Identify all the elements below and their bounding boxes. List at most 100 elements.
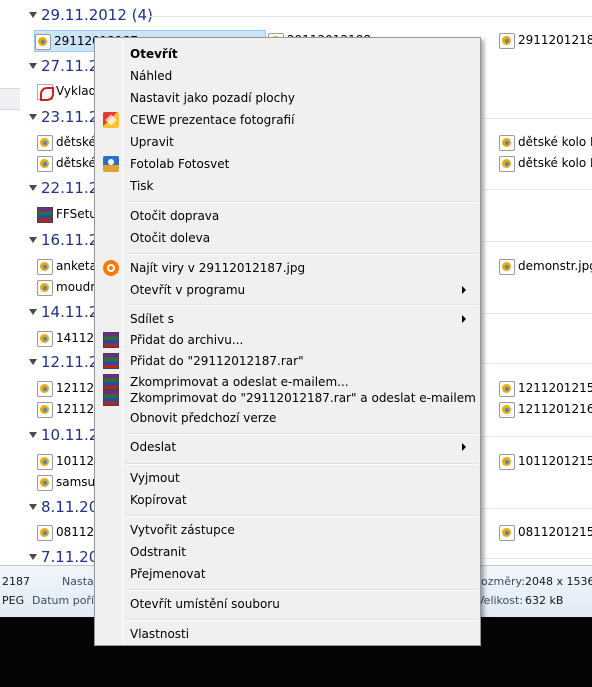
menu-item-open-file-location[interactable]: Otevřít umístění souboru: [97, 593, 478, 615]
jpg-file-icon: [37, 402, 53, 418]
menu-item-delete[interactable]: Odstranit: [97, 541, 478, 563]
winrar-icon: [103, 332, 119, 348]
file-item[interactable]: 0811201: [37, 522, 109, 544]
menu-item-share-with[interactable]: Sdílet s: [97, 308, 478, 330]
submenu-arrow-icon: [462, 286, 466, 294]
collapse-arrow-icon[interactable]: [29, 432, 37, 438]
menu-item-add-to-rar[interactable]: Přidat do "29112012187.rar": [97, 350, 478, 372]
details-filename: 2187: [2, 575, 30, 588]
details-size-value: 632 kB: [525, 594, 564, 607]
file-item[interactable]: 12112012163: [499, 399, 592, 421]
jpg-file-icon: [37, 280, 53, 296]
file-item[interactable]: 1211201: [37, 378, 109, 400]
file-item[interactable]: anketa.: [37, 256, 101, 278]
file-item[interactable]: 29112012189: [499, 30, 592, 52]
file-item[interactable]: Vyklad_: [37, 81, 102, 103]
menu-item-scan-viruses[interactable]: Najít viry v 29112012187.jpg: [97, 257, 478, 279]
collapse-arrow-icon[interactable]: [29, 114, 37, 120]
menu-item-add-to-archive[interactable]: Přidat do archivu...: [97, 329, 478, 351]
file-name: 12112012159: [518, 381, 592, 395]
jpg-file-icon: [37, 525, 53, 541]
menu-item-rotate-left[interactable]: Otočit doleva: [97, 227, 478, 249]
menu-item-cewe-slideshow[interactable]: CEWE prezentace fotografií: [97, 109, 478, 131]
menu-item-restore-previous-versions[interactable]: Obnovit předchozí verze: [97, 407, 478, 429]
file-item[interactable]: dětské kolo Fa: [499, 153, 592, 175]
collapse-arrow-icon[interactable]: [29, 12, 37, 18]
rar-archive-icon: [37, 207, 53, 223]
details-dimensions-value: 2048 x 1536: [525, 575, 592, 588]
menu-separator: [125, 201, 478, 203]
menu-item-label: Přejmenovat: [130, 567, 206, 581]
collapse-arrow-icon[interactable]: [29, 554, 37, 560]
file-item[interactable]: 12112012159: [499, 378, 592, 400]
file-name: 29112012189: [518, 33, 592, 47]
collapse-arrow-icon[interactable]: [29, 359, 37, 365]
file-item[interactable]: moudro: [37, 277, 102, 299]
menu-item-label: Odeslat: [130, 440, 177, 454]
file-item[interactable]: 1211201: [37, 399, 109, 421]
jpg-file-icon: [499, 381, 515, 397]
details-dimensions-label: ozměry:: [481, 575, 525, 588]
group-title: 29.11.2012 (4): [41, 6, 153, 24]
winrar-icon: [103, 353, 119, 369]
menu-item-label: Vyjmout: [130, 471, 180, 485]
jpg-file-icon: [37, 156, 53, 172]
menu-item-fotolab[interactable]: Fotolab Fotosvet: [97, 153, 478, 175]
file-item[interactable]: dětské: [37, 153, 97, 175]
menu-item-label: Otočit doleva: [130, 231, 211, 245]
details-date-label: Datum poříz: [32, 594, 100, 607]
file-name: dětské kolo Fa: [518, 135, 592, 149]
collapse-arrow-icon[interactable]: [29, 504, 37, 510]
menu-item-cut[interactable]: Vyjmout: [97, 467, 478, 489]
menu-item-label: Sdílet s: [130, 312, 175, 326]
menu-item-print[interactable]: Tisk: [97, 175, 478, 197]
menu-item-preview[interactable]: Náhled: [97, 65, 478, 87]
collapse-arrow-icon[interactable]: [29, 309, 37, 315]
menu-item-label: Vytvořit zástupce: [130, 523, 235, 537]
file-item[interactable]: dětské kolo Fa: [499, 132, 592, 154]
file-item[interactable]: demonstr.jpg.: [499, 256, 592, 278]
file-item[interactable]: 1011201: [37, 451, 109, 473]
file-item[interactable]: samsun: [37, 472, 103, 494]
file-item[interactable]: 08112012152: [499, 522, 592, 544]
file-item[interactable]: dětské: [37, 132, 97, 154]
jpg-file-icon: [37, 259, 53, 275]
menu-item-properties[interactable]: Vlastnosti: [97, 623, 478, 645]
menu-separator: [125, 515, 478, 517]
jpg-file-icon: [37, 135, 53, 151]
menu-item-set-desktop-background[interactable]: Nastavit jako pozadí plochy: [97, 87, 478, 109]
submenu-arrow-icon: [462, 443, 466, 451]
file-item[interactable]: 10112012156: [499, 451, 592, 473]
collapse-arrow-icon[interactable]: [29, 63, 37, 69]
menu-item-label: Otevřít v programu: [130, 283, 246, 297]
file-item[interactable]: 1411201: [37, 328, 109, 350]
menu-item-create-shortcut[interactable]: Vytvořit zástupce: [97, 519, 478, 541]
jpg-file-icon: [37, 475, 53, 491]
collapse-arrow-icon[interactable]: [29, 185, 37, 191]
file-name: 12112012163: [518, 402, 592, 416]
menu-item-label: Nastavit jako pozadí plochy: [130, 91, 295, 105]
group-header[interactable]: 29.11.2012 (4): [0, 5, 592, 27]
collapse-arrow-icon[interactable]: [29, 237, 37, 243]
menu-item-send-to[interactable]: Odeslat: [97, 436, 478, 458]
menu-item-compress-to-rar-and-email[interactable]: Zkomprimovat do "29112012187.rar" a odes…: [97, 387, 478, 409]
file-name: dětské: [56, 135, 96, 149]
menu-item-label: Přidat do archivu...: [130, 333, 244, 347]
file-item[interactable]: FFSetup: [37, 204, 105, 226]
menu-item-label: Upravit: [130, 135, 174, 149]
menu-item-rename[interactable]: Přejmenovat: [97, 563, 478, 585]
file-name: 10112012156: [518, 454, 592, 468]
menu-item-label: CEWE prezentace fotografií: [130, 113, 295, 127]
menu-item-edit[interactable]: Upravit: [97, 131, 478, 153]
menu-item-open-with[interactable]: Otevřít v programu: [97, 279, 478, 301]
menu-item-open[interactable]: Otevřít: [97, 43, 478, 65]
cewe-icon: [103, 112, 119, 128]
menu-item-rotate-right[interactable]: Otočit doprava: [97, 205, 478, 227]
jpg-file-icon: [499, 402, 515, 418]
avast-icon: [103, 260, 119, 276]
group-divider: [482, 436, 592, 437]
menu-separator: [125, 589, 478, 591]
menu-item-copy[interactable]: Kopírovat: [97, 489, 478, 511]
menu-item-label: Vlastnosti: [130, 627, 190, 641]
menu-item-label: Náhled: [130, 69, 173, 83]
